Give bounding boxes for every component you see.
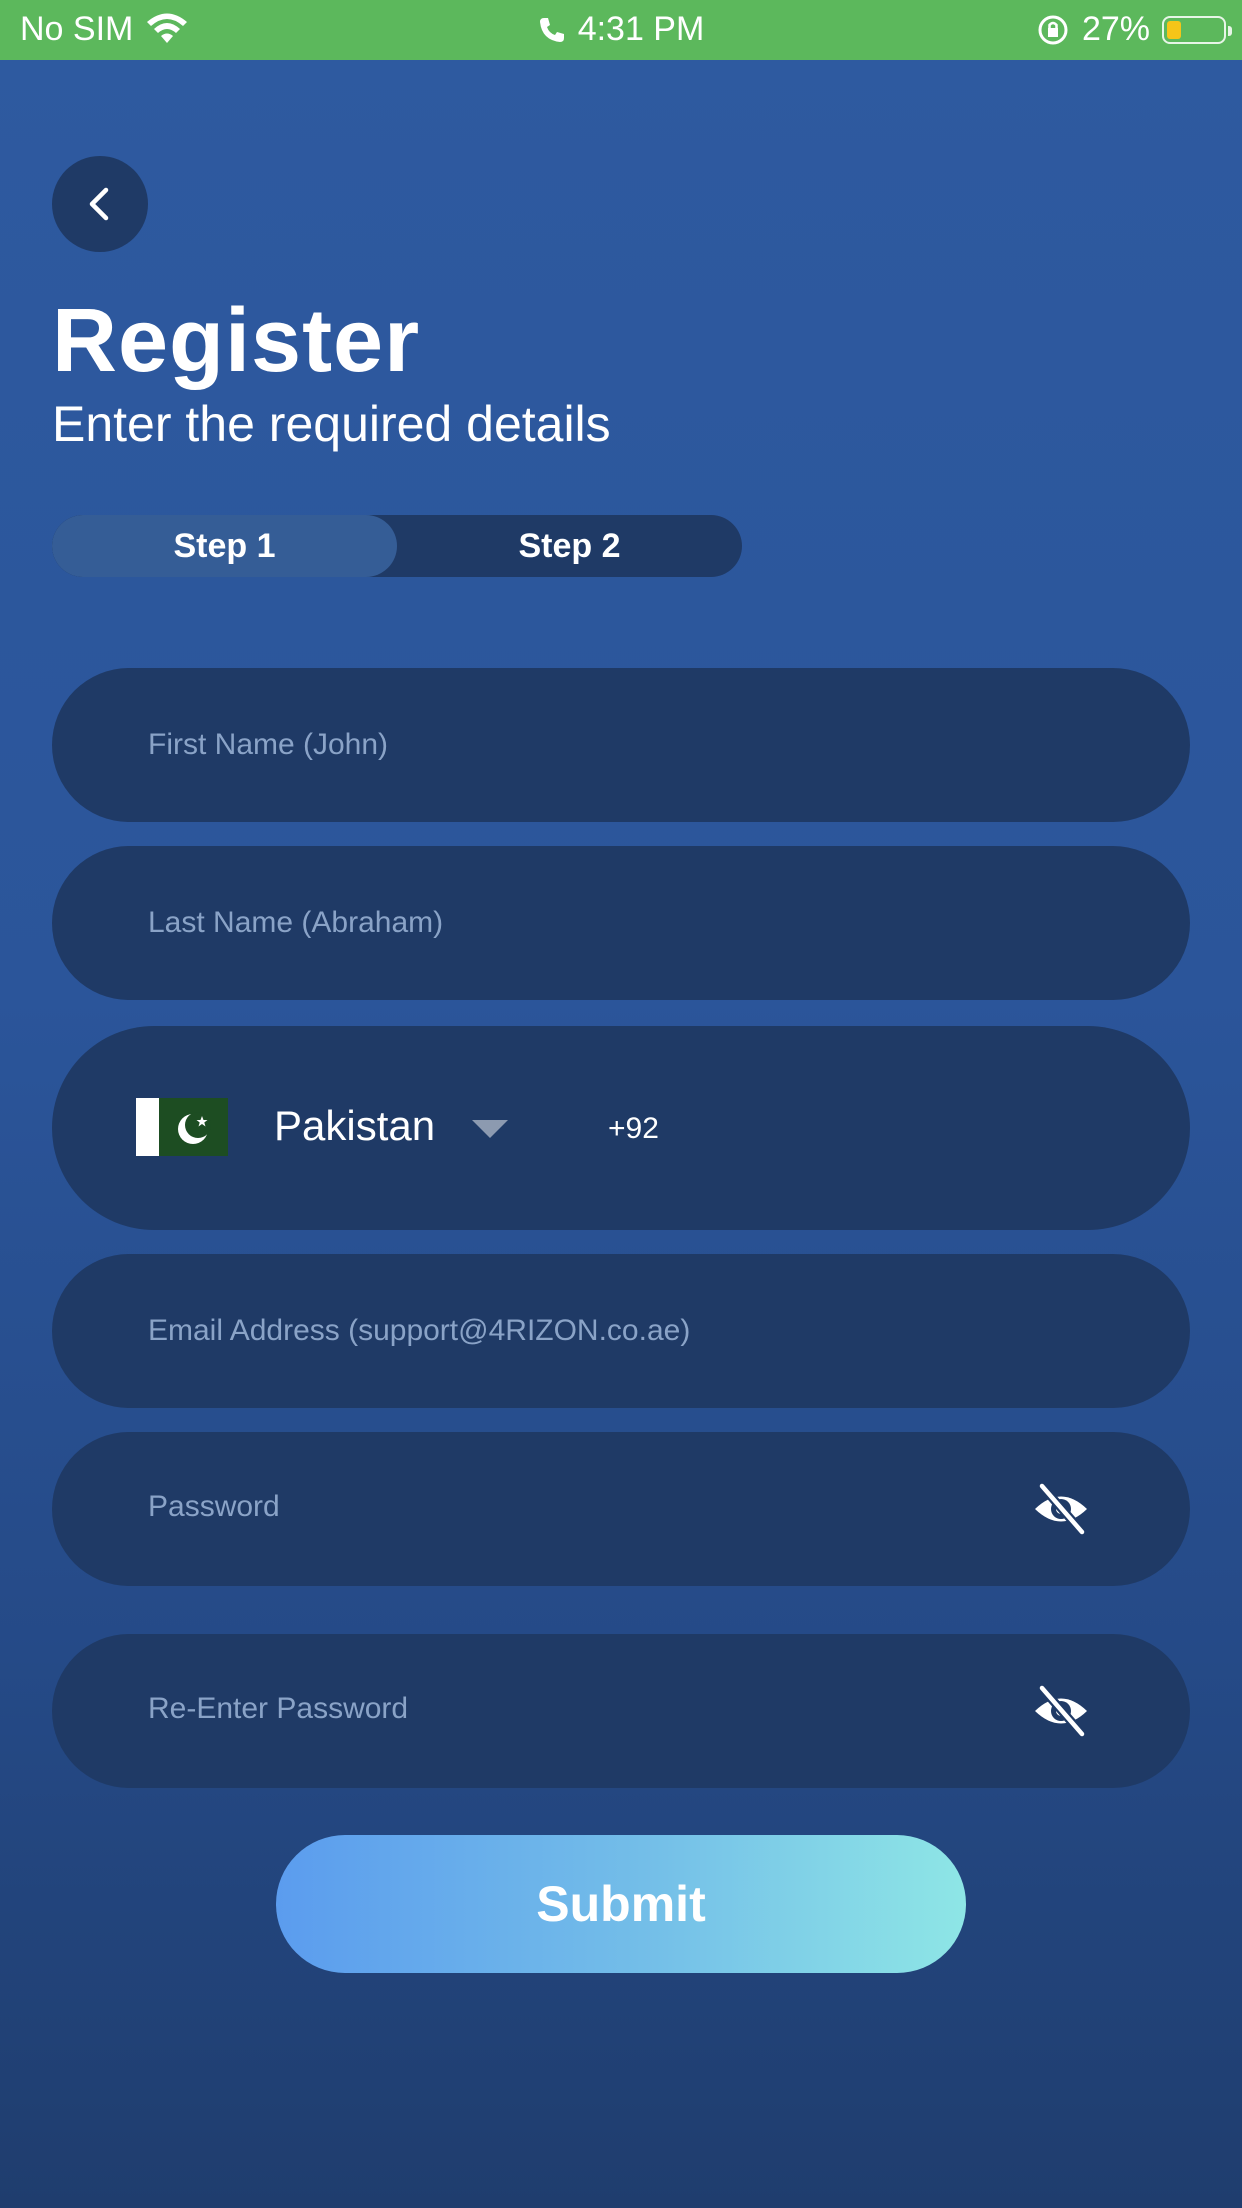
rotation-lock-icon bbox=[1038, 15, 1068, 44]
dropdown-caret-icon[interactable] bbox=[472, 1120, 508, 1138]
status-right: 27% bbox=[1036, 10, 1232, 49]
page-title: Register bbox=[52, 291, 421, 391]
back-button[interactable] bbox=[52, 156, 148, 252]
last-name-field[interactable]: Last Name (Abraham) bbox=[52, 846, 1190, 1000]
first-name-placeholder: First Name (John) bbox=[148, 728, 389, 761]
email-placeholder: Email Address (support@4RIZON.co.ae) bbox=[148, 1314, 691, 1347]
email-field[interactable]: Email Address (support@4RIZON.co.ae) bbox=[52, 1254, 1190, 1408]
password-field[interactable]: Password bbox=[52, 1432, 1190, 1586]
last-name-placeholder: Last Name (Abraham) bbox=[148, 906, 444, 939]
step-1-tab[interactable]: Step 1 bbox=[52, 515, 397, 577]
chevron-left-icon bbox=[89, 187, 109, 221]
page-subtitle: Enter the required details bbox=[52, 396, 611, 452]
status-bar: No SIM 4:31 PM 27% bbox=[0, 0, 1242, 60]
first-name-field[interactable]: First Name (John) bbox=[52, 668, 1190, 822]
eye-off-icon[interactable] bbox=[1032, 1682, 1090, 1740]
step-selector: Step 1 Step 2 bbox=[52, 515, 742, 577]
battery-icon bbox=[1162, 15, 1232, 44]
eye-off-icon[interactable] bbox=[1032, 1480, 1090, 1538]
phone-call-icon bbox=[539, 17, 564, 42]
submit-button[interactable]: Submit bbox=[276, 1835, 966, 1973]
pakistan-flag-icon bbox=[136, 1098, 228, 1156]
country-selector[interactable]: Pakistan bbox=[274, 1102, 435, 1150]
phone-field[interactable]: Pakistan +92 bbox=[52, 1026, 1190, 1230]
reenter-password-field[interactable]: Re-Enter Password bbox=[52, 1634, 1190, 1788]
password-placeholder: Password bbox=[148, 1490, 280, 1523]
dial-code: +92 bbox=[608, 1112, 659, 1145]
step-2-tab[interactable]: Step 2 bbox=[397, 515, 742, 577]
battery-percent: 27% bbox=[1081, 10, 1150, 48]
status-time: 4:31 PM bbox=[577, 10, 705, 48]
reenter-password-placeholder: Re-Enter Password bbox=[148, 1692, 409, 1725]
